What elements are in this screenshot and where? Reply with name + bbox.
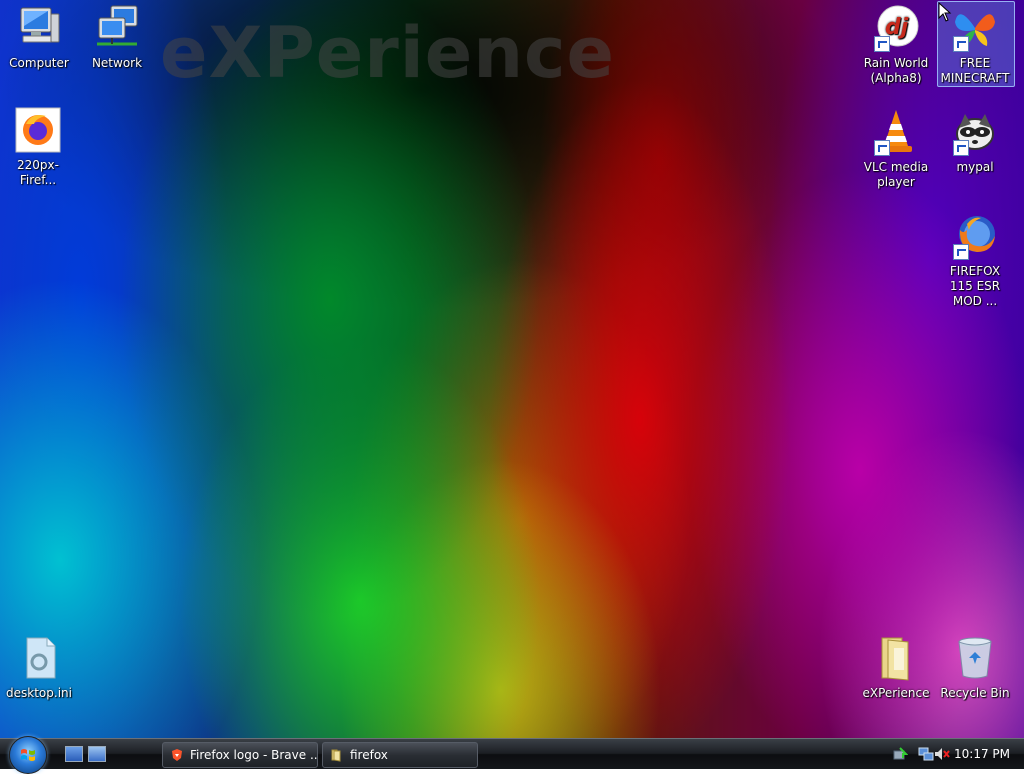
desktop-icon-experience-folder[interactable]: eXPerience [858, 634, 934, 701]
mouse-cursor-icon [938, 2, 952, 22]
desktop-icon-label: Rain World (Alpha8) [863, 56, 929, 85]
settings-file-icon [15, 634, 63, 682]
windows-logo-icon [21, 749, 35, 761]
desktop-icon-label: mypal [956, 160, 994, 174]
desktop[interactable]: eXPerience Computer Network 220px-Firef.… [0, 0, 1024, 738]
desktop-icon-label: desktop.ini [6, 686, 72, 700]
raccoon-icon [951, 108, 999, 156]
desktop-icon-desktop-ini[interactable]: desktop.ini [1, 634, 77, 701]
wallpaper-brand-text: eXPerience [160, 12, 616, 94]
volume-muted-icon[interactable] [934, 746, 950, 762]
desktop-icon-label: 220px-Firef... [17, 158, 59, 187]
desktop-icon-vlc[interactable]: VLC media player [858, 108, 934, 190]
system-tray: 10:17 PM [886, 739, 1024, 769]
shortcut-arrow-icon [953, 140, 969, 156]
desktop-icon-label: Network [91, 56, 143, 70]
vlc-cone-icon [872, 108, 920, 156]
shortcut-arrow-icon [874, 36, 890, 52]
dj-logo-icon: dj [872, 4, 920, 52]
folder-icon [872, 634, 920, 682]
taskbar-button-label: firefox [350, 748, 388, 762]
butterfly-icon [951, 4, 999, 52]
desktop-icon-recycle-bin[interactable]: Recycle Bin [937, 634, 1013, 701]
firefox-image-icon [14, 106, 62, 154]
desktop-icon-label: Recycle Bin [940, 686, 1010, 700]
clock[interactable]: 10:17 PM [954, 747, 1010, 761]
start-button[interactable] [9, 736, 47, 774]
show-desktop-icon[interactable] [65, 746, 83, 762]
desktop-icon-firefox-115[interactable]: FIREFOX 115 ESR MOD ... [937, 212, 1013, 309]
desktop-icon-rain-world[interactable]: dj Rain World (Alpha8) [858, 4, 934, 86]
desktop-icon-label: eXPerience [862, 686, 930, 700]
network-icon [93, 4, 141, 52]
desktop-icon-label: FREE MINECRAFT [940, 56, 1010, 85]
desktop-icon-network[interactable]: Network [79, 4, 155, 71]
taskbar-button-firefox-folder[interactable]: firefox [322, 742, 478, 768]
taskbar: Firefox logo - Brave ... firefox 10:17 P… [0, 736, 1024, 774]
desktop-icon-computer[interactable]: Computer [1, 4, 77, 71]
desktop-icon-firefox-image[interactable]: 220px-Firef... [0, 106, 76, 188]
shortcut-arrow-icon [953, 36, 969, 52]
recycle-bin-icon [951, 634, 999, 682]
taskbar-button-label: Firefox logo - Brave ... [190, 748, 318, 762]
shortcut-arrow-icon [953, 244, 969, 260]
computer-icon [15, 4, 63, 52]
desktop-icon-label: Computer [9, 56, 69, 70]
desktop-icon-label: FIREFOX 115 ESR MOD ... [949, 264, 1001, 308]
taskbar-button-brave[interactable]: Firefox logo - Brave ... [162, 742, 318, 768]
network-status-icon[interactable] [918, 746, 934, 762]
brave-lion-icon [172, 749, 182, 761]
desktop-icon-mypal[interactable]: mypal [937, 108, 1013, 175]
folder-icon [331, 749, 341, 762]
safely-remove-hardware-icon[interactable] [892, 746, 908, 762]
shortcut-arrow-icon [874, 140, 890, 156]
switch-windows-icon[interactable] [88, 746, 106, 762]
desktop-icon-label: VLC media player [863, 160, 929, 189]
firefox-icon [951, 212, 999, 260]
